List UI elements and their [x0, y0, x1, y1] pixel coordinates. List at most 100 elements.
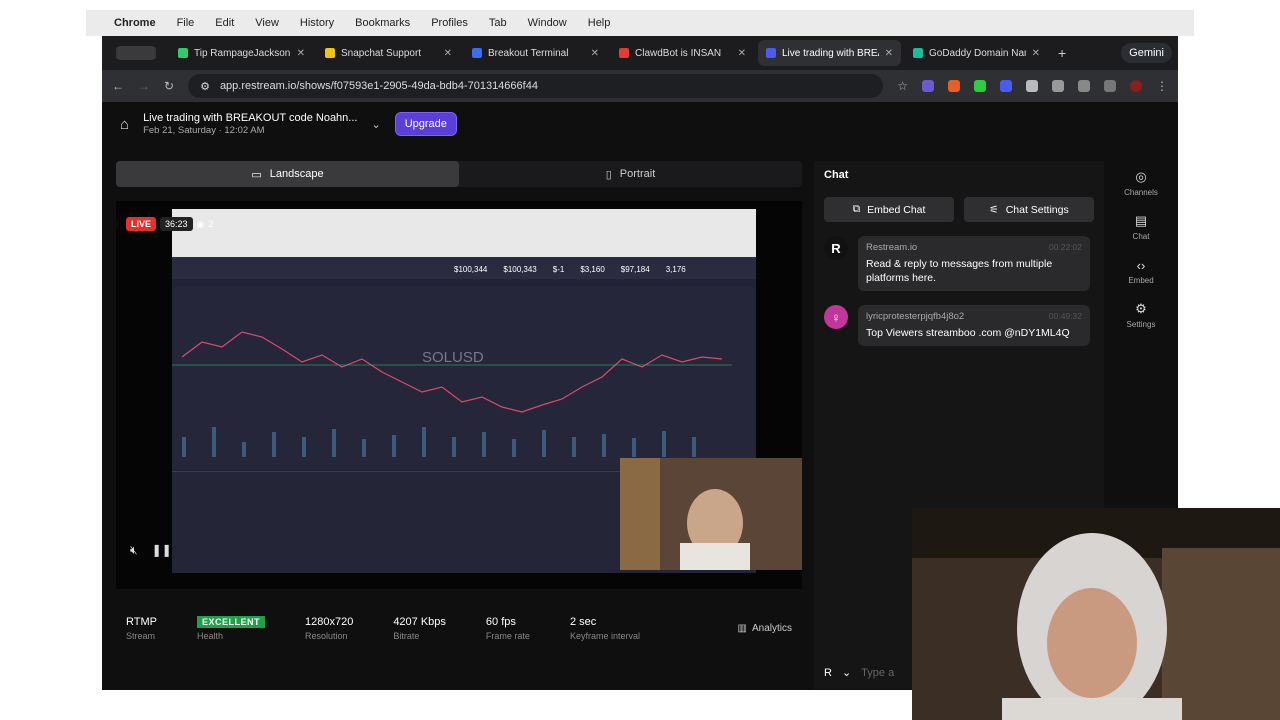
site-info-icon[interactable]: ⚙ — [200, 80, 210, 93]
stat-value: 2 sec — [569, 615, 597, 628]
chat-icon: ▤ — [1134, 213, 1148, 228]
message-author[interactable]: lyricprotesterpjqfb4j8o2 — [866, 311, 964, 322]
extension-icon[interactable] — [1026, 80, 1038, 92]
close-icon[interactable]: ✕ — [885, 48, 893, 59]
extensions-puzzle-icon[interactable] — [1052, 80, 1064, 92]
close-icon[interactable]: ✕ — [1032, 48, 1040, 59]
rail-settings[interactable]: ⚙ Settings — [1118, 293, 1164, 337]
tab-favicon — [325, 48, 335, 58]
rail-embed[interactable]: ‹› Embed — [1118, 249, 1164, 293]
menu-tab[interactable]: Tab — [489, 17, 507, 29]
stream-info: Live trading with BREAKOUT code Noahn...… — [143, 112, 357, 136]
extension-icon[interactable] — [948, 80, 960, 92]
browser-tab[interactable]: ClawdBot is INSAN ✕ — [611, 40, 754, 66]
browser-tab[interactable]: Breakout Terminal ✕ — [464, 40, 607, 66]
tab-search-icon[interactable] — [116, 46, 156, 60]
embed-chat-button[interactable]: ⧉ Embed Chat — [824, 197, 954, 222]
browser-tab-active[interactable]: Live trading with BREA ✕ — [758, 40, 901, 66]
menu-file[interactable]: File — [177, 17, 195, 29]
browser-tab[interactable]: Snapchat Support ✕ — [317, 40, 460, 66]
extension-icon[interactable] — [922, 80, 934, 92]
chat-settings-button[interactable]: ⚟ Chat Settings — [964, 197, 1094, 222]
extension-icon[interactable] — [1000, 80, 1012, 92]
profile-avatar[interactable] — [1130, 80, 1142, 92]
pause-icon[interactable]: ❚❚ — [152, 543, 172, 558]
menu-help[interactable]: Help — [588, 17, 611, 29]
tab-title: Breakout Terminal — [488, 47, 569, 59]
preview-controls: 🔇︎ ❚❚ — [130, 543, 172, 558]
extension-icon[interactable] — [974, 80, 986, 92]
avatar: R — [824, 236, 848, 260]
menu-window[interactable]: Window — [528, 17, 567, 29]
message-bubble: lyricprotesterpjqfb4j8o2 00:49:32 Top Vie… — [858, 305, 1090, 346]
upgrade-button[interactable]: Upgrade — [394, 112, 457, 136]
menu-bookmarks[interactable]: Bookmarks — [355, 17, 410, 29]
extension-icon[interactable] — [1078, 80, 1090, 92]
portrait-option[interactable]: ▯ Portrait — [459, 161, 802, 187]
live-badge: LIVE — [126, 217, 157, 231]
landscape-label: Landscape — [269, 168, 324, 180]
close-icon[interactable]: ✕ — [444, 48, 452, 59]
close-icon[interactable]: ✕ — [297, 48, 305, 59]
chevron-down-icon[interactable]: ⌄ — [371, 118, 380, 131]
analytics-button[interactable]: ▥ Analytics — [738, 623, 792, 634]
extension-icon[interactable] — [1104, 80, 1116, 92]
address-bar[interactable]: ⚙ app.restream.io/shows/f07593e1-2905-49… — [188, 74, 884, 98]
mute-icon[interactable]: 🔇︎ — [130, 543, 138, 558]
message-author[interactable]: Restream.io — [866, 242, 917, 253]
tab-title: Snapchat Support — [341, 47, 422, 59]
external-window-icon: ⧉ — [852, 203, 861, 215]
rail-chat[interactable]: ▤ Chat — [1118, 205, 1164, 249]
chat-input[interactable]: Type a — [861, 667, 894, 679]
back-icon[interactable]: ← — [112, 79, 124, 93]
chevron-down-icon[interactable]: ⌄ — [842, 666, 851, 679]
menu-view[interactable]: View — [255, 17, 279, 29]
right-rail: ◎ Channels ▤ Chat ‹› Embed ⚙ Settings — [1118, 161, 1164, 337]
account-stats: $100,344 $100,343 $-1 $3,160 $97,184 3,1… — [454, 265, 686, 274]
balance-value: $100,344 — [454, 265, 488, 274]
url-text: app.restream.io/shows/f07593e1-2905-49da… — [219, 80, 538, 92]
home-icon[interactable]: ⌂ — [120, 116, 129, 133]
menu-edit[interactable]: Edit — [215, 17, 234, 29]
close-icon[interactable]: ✕ — [591, 48, 599, 59]
user-icon: ♀ — [831, 309, 841, 325]
browser-tab[interactable]: GoDaddy Domain Nam ✕ — [905, 40, 1048, 66]
used-margin-value: $3,160 — [580, 265, 605, 274]
restream-logo-icon[interactable]: R — [824, 667, 832, 679]
settings-icon: ⚙ — [1135, 301, 1147, 316]
rail-channels[interactable]: ◎ Channels — [1118, 161, 1164, 205]
sliders-icon: ⚟ — [989, 203, 999, 216]
stat-value: 4207 Kbps — [393, 615, 446, 628]
avatar: ♀ — [824, 305, 848, 329]
landscape-option[interactable]: ▭ Landscape — [116, 161, 459, 187]
reload-icon[interactable]: ↻ — [164, 79, 174, 93]
stat-keyframe: 2 sec Keyframe interval — [570, 616, 640, 641]
stat-stream: RTMP Stream — [126, 616, 157, 641]
new-tab-icon[interactable]: + — [1058, 45, 1066, 61]
margin-level-value: 3,176 — [665, 265, 686, 274]
chat-settings-label: Chat Settings — [1005, 203, 1069, 216]
tab-favicon — [472, 48, 482, 58]
tab-title: Tip RampageJackson — [194, 47, 291, 59]
forward-icon[interactable]: → — [138, 79, 150, 93]
tab-favicon — [619, 48, 629, 58]
menu-history[interactable]: History — [300, 17, 334, 29]
stat-label: Bitrate — [393, 630, 420, 641]
webcam-overlay — [620, 458, 802, 570]
portrait-label: Portrait — [619, 168, 656, 180]
gemini-button[interactable]: Gemini — [1121, 43, 1172, 63]
orientation-toggle: ▭ Landscape ▯ Portrait — [116, 161, 802, 187]
webcam-overlay-large — [912, 508, 1280, 720]
close-icon[interactable]: ✕ — [738, 48, 746, 59]
menu-app-name[interactable]: Chrome — [114, 17, 156, 29]
stat-resolution: 1280x720 Resolution — [305, 616, 353, 641]
bookmark-star-icon[interactable]: ☆ — [897, 79, 908, 93]
rail-label: Channels — [1124, 188, 1158, 197]
browser-tab[interactable]: Tip RampageJackson ✕ — [170, 40, 313, 66]
more-menu-icon[interactable]: ⋮ — [1156, 79, 1168, 93]
health-badge: EXCELLENT — [196, 615, 265, 628]
chat-message: R Restream.io 00:22:02 Read & reply to me… — [814, 236, 1104, 291]
tab-title: ClawdBot is INSAN — [635, 47, 722, 59]
menu-profiles[interactable]: Profiles — [431, 17, 468, 29]
stat-label: Frame rate — [485, 630, 530, 641]
